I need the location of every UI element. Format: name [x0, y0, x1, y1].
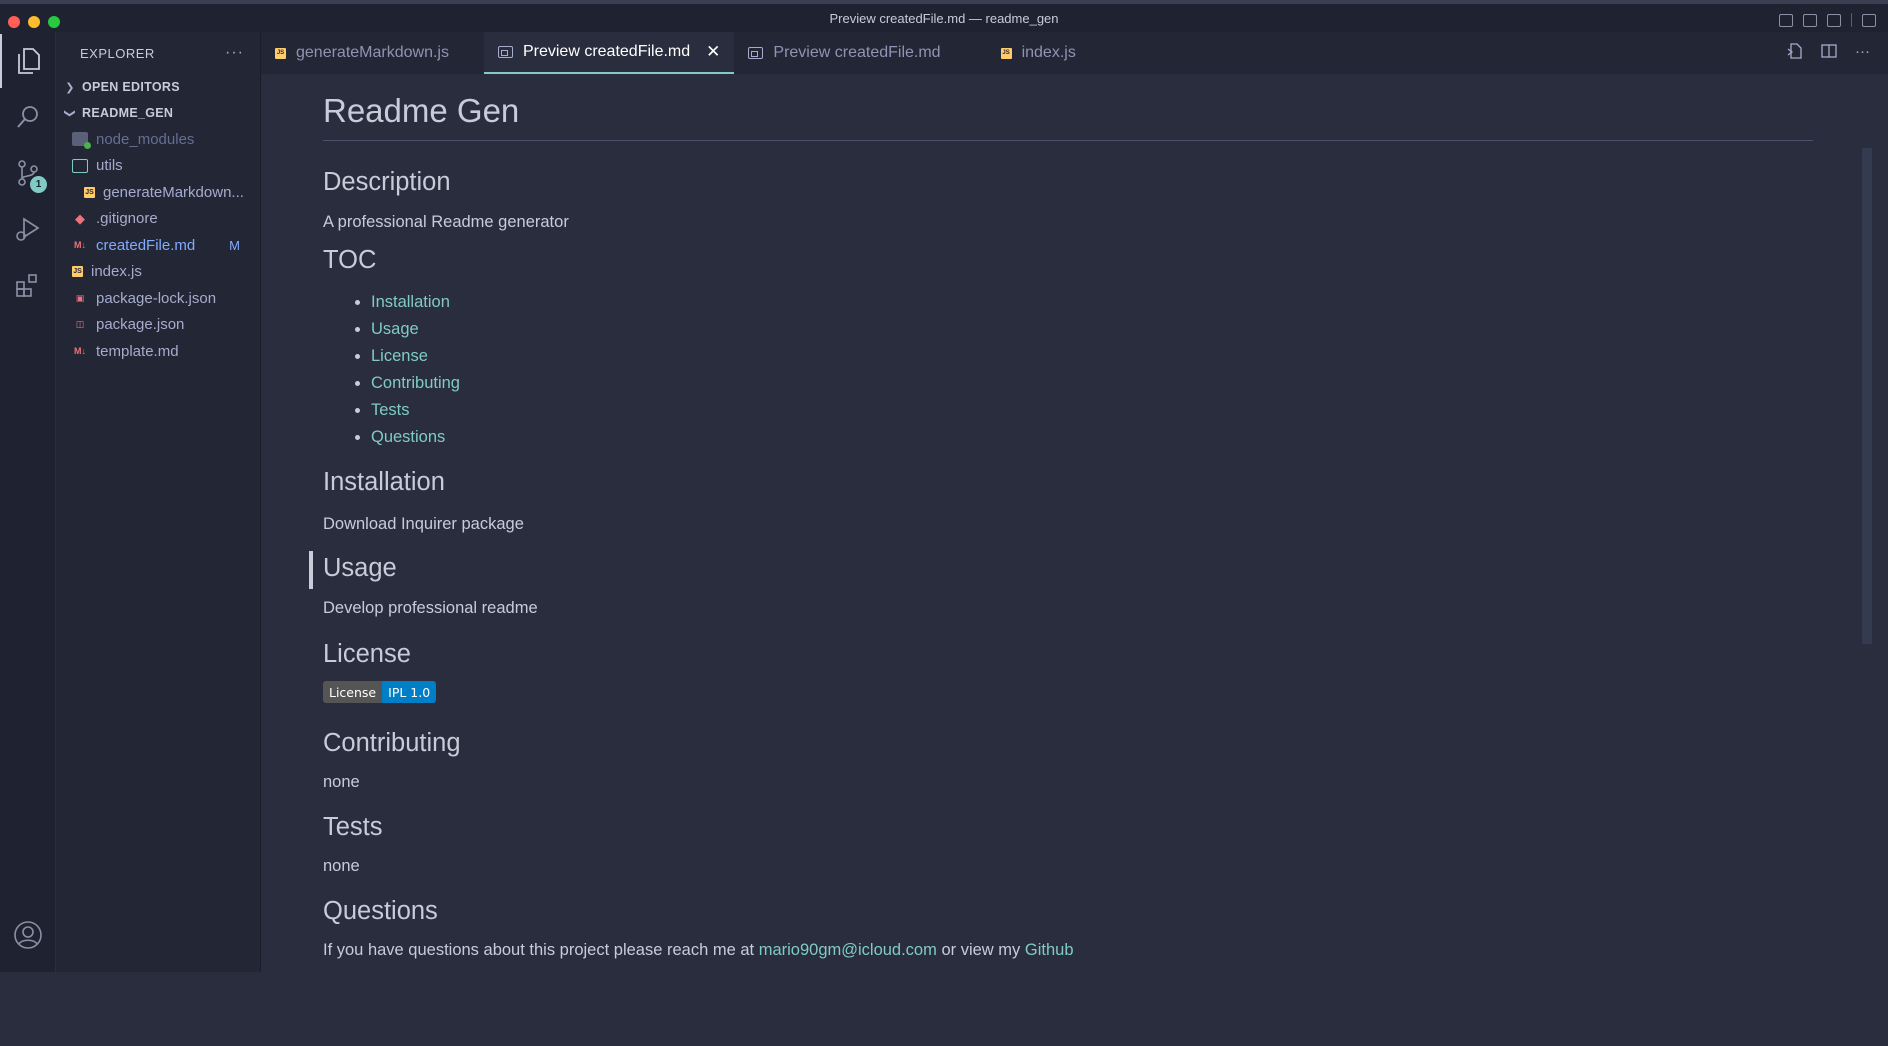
- separator: [1851, 13, 1852, 27]
- tree-item-template-md[interactable]: M↓ template.md: [56, 338, 260, 365]
- toc-link-questions[interactable]: Questions: [371, 424, 460, 451]
- folder-icon: [72, 158, 88, 173]
- tab-generate-markdown[interactable]: JS generateMarkdown.js: [261, 32, 484, 74]
- toggle-secondary-sidebar-icon[interactable]: [1827, 13, 1841, 27]
- toc-link-usage[interactable]: Usage: [371, 316, 460, 343]
- toc-list: Installation Usage License Contributing …: [371, 289, 460, 451]
- scrollbar-thumb[interactable]: [1862, 148, 1872, 644]
- run-debug-icon[interactable]: [0, 202, 56, 256]
- markdown-file-icon: M↓: [74, 346, 86, 357]
- questions-heading: Questions: [323, 897, 438, 925]
- tree-item-utils[interactable]: utils: [56, 153, 260, 180]
- tree-item-index-js[interactable]: JS index.js: [56, 259, 260, 286]
- license-heading: License: [323, 640, 411, 668]
- tab-index-js[interactable]: JS index.js: [987, 32, 1090, 74]
- license-badge: License IPL 1.0: [323, 681, 437, 703]
- node-modules-folder-icon: [72, 132, 91, 150]
- js-file-icon: JS: [84, 186, 95, 198]
- extensions-icon[interactable]: [0, 258, 56, 312]
- tree-item-created-file[interactable]: M↓ createdFile.md M: [56, 232, 260, 259]
- email-link[interactable]: mario90gm@icloud.com: [759, 941, 937, 959]
- minimize-window-button[interactable]: [28, 16, 40, 28]
- js-file-icon: JS: [72, 266, 83, 278]
- layout-controls: [1779, 13, 1876, 27]
- project-section[interactable]: ❯ README_GEN: [56, 100, 260, 126]
- toggle-panel-icon[interactable]: [1803, 13, 1817, 27]
- description-heading: Description: [323, 168, 451, 196]
- page-title: Readme Gen: [323, 92, 520, 129]
- github-link[interactable]: Github: [1025, 941, 1074, 959]
- window-title: Preview createdFile.md — readme_gen: [829, 10, 1059, 26]
- title-divider: [323, 140, 1813, 141]
- editor-actions: ···: [1787, 43, 1870, 63]
- lock-json-icon: ▣: [75, 292, 85, 303]
- chevron-down-icon: ❯: [63, 108, 76, 118]
- tab-preview-secondary[interactable]: Preview createdFile.md: [734, 32, 986, 74]
- toggle-primary-sidebar-icon[interactable]: [1779, 13, 1793, 27]
- activity-bar: 1: [0, 32, 56, 972]
- more-actions-icon[interactable]: ···: [1855, 43, 1870, 63]
- selection-indicator: [309, 551, 313, 589]
- explorer-icon[interactable]: [0, 34, 56, 88]
- markdown-preview: Readme Gen Description A professional Re…: [261, 74, 1874, 1046]
- usage-text: Develop professional readme: [323, 599, 538, 617]
- usage-heading: Usage: [323, 554, 397, 582]
- tab-preview-active[interactable]: Preview createdFile.md ✕: [483, 32, 735, 74]
- close-window-button[interactable]: [8, 16, 20, 28]
- open-editors-section[interactable]: ❯ OPEN EDITORS: [56, 74, 260, 100]
- explorer-sidebar: EXPLORER ··· ❯ OPEN EDITORS ❯ README_GEN…: [56, 32, 261, 972]
- preview-icon: [497, 46, 513, 58]
- toc-link-license[interactable]: License: [371, 343, 460, 370]
- tree-item-node-modules[interactable]: node_modules: [56, 126, 260, 153]
- js-file-icon: JS: [1000, 47, 1012, 59]
- search-icon[interactable]: [0, 90, 56, 144]
- toc-link-tests[interactable]: Tests: [371, 397, 460, 424]
- license-badge-value: IPL 1.0: [382, 681, 437, 703]
- installation-heading: Installation: [323, 468, 445, 496]
- title-bar: Preview createdFile.md — readme_gen: [0, 0, 1888, 32]
- toc-heading: TOC: [323, 246, 377, 274]
- source-control-badge: 1: [30, 176, 47, 193]
- installation-text: Download Inquirer package: [323, 515, 524, 533]
- contributing-text: none: [323, 773, 360, 791]
- modified-status: M: [229, 237, 240, 253]
- tests-text: none: [323, 857, 360, 875]
- maximize-window-button[interactable]: [48, 16, 60, 28]
- tree-item-generate-markdown[interactable]: JS generateMarkdown...: [56, 179, 260, 206]
- npm-json-icon: ◫: [75, 319, 85, 330]
- license-badge-label: License: [323, 681, 383, 703]
- chevron-right-icon: ❯: [65, 81, 75, 94]
- markdown-file-icon: M↓: [74, 240, 86, 251]
- git-icon: ◆: [75, 210, 85, 226]
- js-file-icon: JS: [275, 47, 286, 59]
- editor-tab-bar: JS generateMarkdown.js Preview createdFi…: [261, 32, 1888, 74]
- more-actions-icon[interactable]: ···: [225, 44, 244, 62]
- explorer-header: EXPLORER ···: [80, 44, 244, 62]
- tree-item-package-lock[interactable]: ▣ package-lock.json: [56, 285, 260, 312]
- toc-link-contributing[interactable]: Contributing: [371, 370, 460, 397]
- open-source-icon[interactable]: [1787, 43, 1803, 63]
- questions-text: If you have questions about this project…: [323, 941, 1074, 959]
- split-editor-icon[interactable]: [1821, 43, 1837, 63]
- description-text: A professional Readme generator: [323, 213, 569, 231]
- preview-icon: [748, 47, 764, 59]
- contributing-heading: Contributing: [323, 729, 461, 757]
- toc-link-installation[interactable]: Installation: [371, 289, 460, 316]
- window-controls: [8, 16, 60, 28]
- vertical-scrollbar[interactable]: [1860, 148, 1874, 1046]
- tests-heading: Tests: [323, 813, 383, 841]
- customize-layout-icon[interactable]: [1862, 13, 1876, 27]
- source-control-icon[interactable]: 1: [0, 146, 56, 200]
- account-icon[interactable]: [0, 908, 56, 962]
- close-tab-icon[interactable]: ✕: [706, 42, 720, 62]
- tree-item-gitignore[interactable]: ◆ .gitignore: [56, 206, 260, 233]
- tree-item-package-json[interactable]: ◫ package.json: [56, 312, 260, 339]
